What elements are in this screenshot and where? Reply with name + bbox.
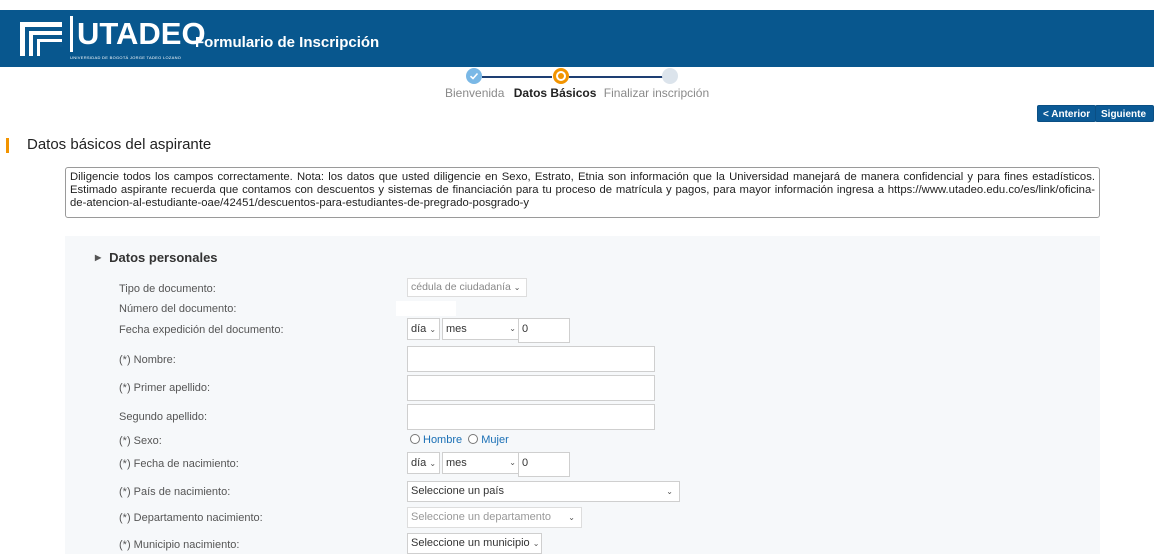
stepper-connector <box>569 76 664 78</box>
section-accent-bar <box>6 138 9 153</box>
step-label-finalizar: Finalizar inscripción <box>603 86 710 100</box>
chevron-down-icon: ⌄ <box>429 325 437 334</box>
chevron-down-icon: ⌄ <box>509 324 516 333</box>
label-departamento-nacimiento: (*) Departamento nacimiento: <box>119 512 263 524</box>
nacimiento-dia-select[interactable]: día ⌄ <box>407 452 440 474</box>
next-button[interactable]: Siguiente > <box>1095 105 1154 137</box>
radio-hombre[interactable]: Hombre <box>410 434 462 446</box>
chevron-down-icon: ⌄ <box>513 283 521 292</box>
numero-documento-field[interactable] <box>396 301 456 316</box>
label-nombre: (*) Nombre: <box>119 354 176 366</box>
chevron-down-icon: ⌄ <box>666 487 673 496</box>
mes-value: mes <box>446 457 467 469</box>
label-fecha-nacimiento: (*) Fecha de nacimiento: <box>119 458 239 470</box>
progress-stepper <box>466 68 686 86</box>
pais-value: Seleccione un país <box>411 485 504 497</box>
expand-triangle-icon: ▶ <box>95 253 102 262</box>
subsection-datos-personales[interactable]: ▶ Datos personales <box>95 250 218 265</box>
step-label-datos-basicos: Datos Básicos <box>513 86 597 100</box>
label-municipio-nacimiento: (*) Municipio nacimiento: <box>119 539 240 551</box>
label-numero-documento: Número del documento: <box>119 303 237 315</box>
primer-apellido-input[interactable] <box>407 375 655 401</box>
stepper-connector <box>482 76 552 78</box>
sexo-radio-group: Hombre Mujer <box>410 434 509 446</box>
logo-subtext: UNIVERSIDAD DE BOGOTÁ JORGE TADEO LOZANO <box>70 55 182 60</box>
tipo-documento-select[interactable]: cédula de ciudadanía ⌄ <box>407 278 527 297</box>
municipio-select[interactable]: Seleccione un municipio ⌄ <box>407 533 542 554</box>
label-pais-nacimiento: (*) País de nacimiento: <box>119 486 231 498</box>
chevron-down-icon: ⌄ <box>509 458 516 467</box>
mes-value: mes <box>446 323 467 335</box>
dia-value: día <box>411 457 427 469</box>
expedicion-mes-select[interactable]: mes ⌄ <box>442 318 522 340</box>
label-primer-apellido: (*) Primer apellido: <box>119 382 211 394</box>
stepper-labels: Bienvenida Datos Básicos Finalizar inscr… <box>445 86 709 100</box>
dia-value: día <box>411 323 427 335</box>
label-sexo: (*) Sexo: <box>119 435 162 447</box>
logo-wordmark: UTADEO <box>70 16 206 52</box>
step-current-icon <box>553 68 569 84</box>
expedicion-anio-input[interactable]: 0 <box>518 318 570 343</box>
previous-button[interactable]: < Anterior <box>1037 105 1097 122</box>
nombre-input[interactable] <box>407 346 655 372</box>
chevron-down-icon: ⌄ <box>568 513 575 522</box>
step-complete-check-icon <box>466 68 482 84</box>
step-label-bienvenida: Bienvenida <box>445 86 505 100</box>
section-title: Datos básicos del aspirante <box>27 136 212 153</box>
radio-hombre-label: Hombre <box>423 434 463 446</box>
departamento-select[interactable]: Seleccione un departamento ⌄ <box>407 507 582 528</box>
label-segundo-apellido: Segundo apellido: <box>119 411 208 423</box>
app-header: UTADEO UNIVERSIDAD DE BOGOTÁ JORGE TADEO… <box>0 10 1154 67</box>
radio-circle-icon <box>410 434 420 444</box>
segundo-apellido-input[interactable] <box>407 404 655 430</box>
pais-select[interactable]: Seleccione un país ⌄ <box>407 481 680 502</box>
radio-circle-icon <box>468 434 479 444</box>
subsection-label: Datos personales <box>109 250 218 265</box>
utadeo-logo-icon <box>20 22 62 56</box>
departamento-value: Seleccione un departamento <box>411 511 552 523</box>
info-notice: Diligencie todos los campos correctament… <box>65 167 1100 218</box>
nacimiento-mes-select[interactable]: mes ⌄ <box>442 452 522 474</box>
tipo-documento-value: cédula de ciudadanía <box>411 281 511 293</box>
nacimiento-anio-input[interactable]: 0 <box>518 452 570 477</box>
radio-mujer[interactable]: Mujer <box>468 434 509 446</box>
step-pending-icon <box>662 68 678 84</box>
chevron-down-icon: ⌄ <box>532 539 540 548</box>
radio-mujer-label: Mujer <box>481 434 509 446</box>
chevron-down-icon: ⌄ <box>429 459 437 468</box>
expedicion-dia-select[interactable]: día ⌄ <box>407 318 440 340</box>
label-fecha-expedicion: Fecha expedición del documento: <box>119 324 284 336</box>
municipio-value: Seleccione un municipio <box>411 537 530 549</box>
label-tipo-documento: Tipo de documento: <box>119 283 216 295</box>
page-title: Formulario de Inscripción <box>195 34 380 51</box>
